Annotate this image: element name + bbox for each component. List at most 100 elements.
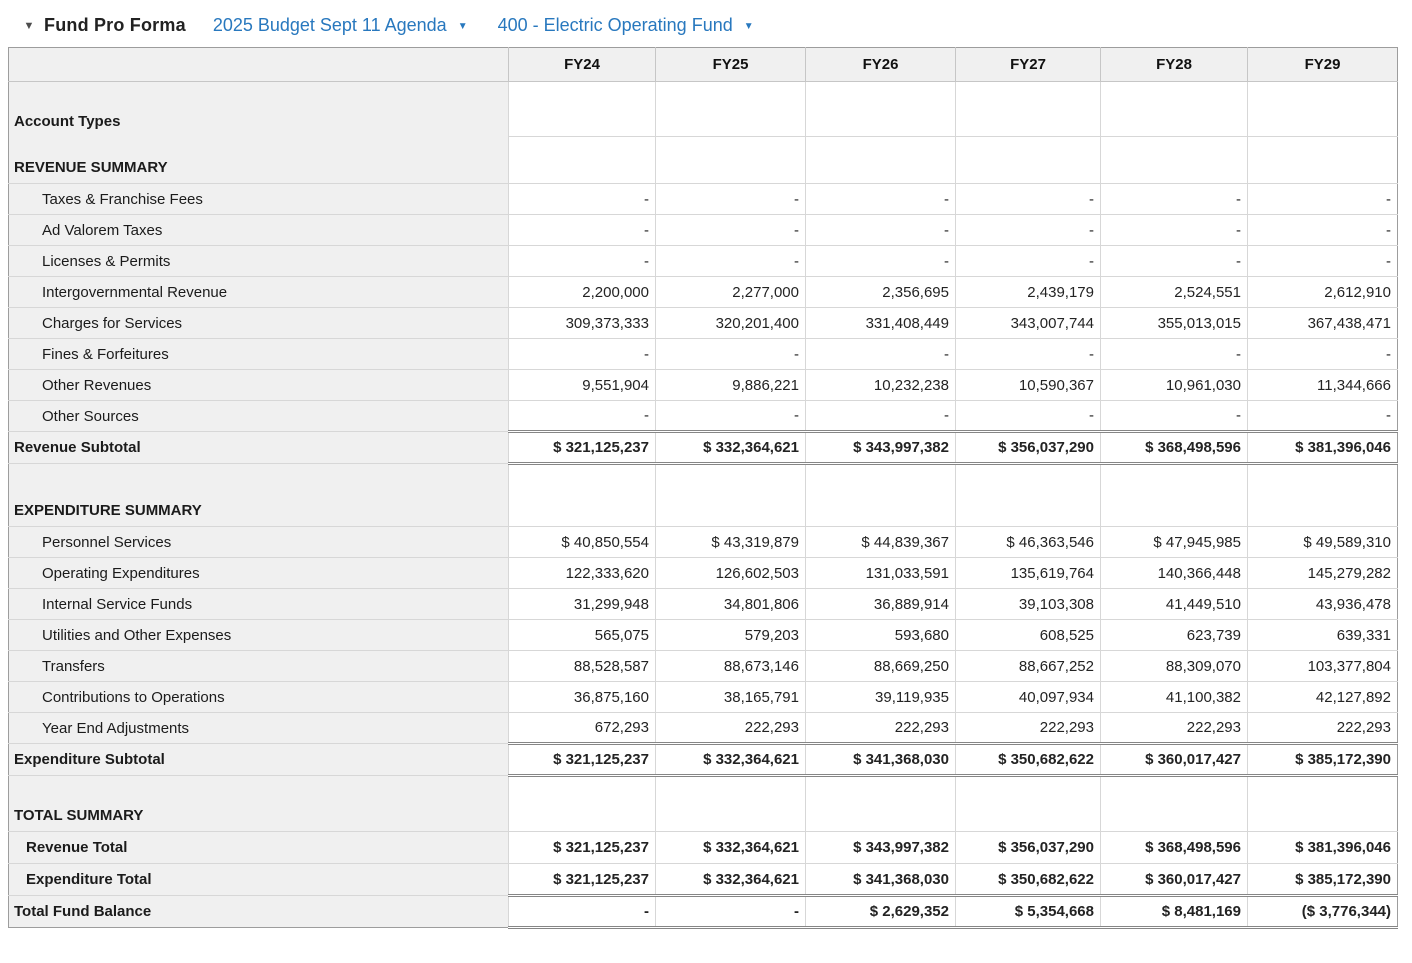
value-cell [509, 82, 656, 137]
table-row: Total Fund Balance--$ 2,629,352$ 5,354,6… [9, 896, 1398, 928]
value-cell [509, 776, 656, 832]
row-label: Personnel Services [9, 527, 509, 558]
value-cell: - [806, 401, 956, 432]
value-cell: $ 8,481,169 [1101, 896, 1248, 928]
value-cell: - [509, 339, 656, 370]
value-cell: - [806, 215, 956, 246]
value-cell: $ 356,037,290 [956, 832, 1101, 864]
column-header: FY25 [656, 48, 806, 82]
value-cell [1101, 776, 1248, 832]
value-cell: 593,680 [806, 620, 956, 651]
value-cell: 40,097,934 [956, 682, 1101, 713]
value-cell [509, 137, 656, 184]
chevron-down-icon: ▼ [744, 19, 754, 32]
value-cell: 88,309,070 [1101, 651, 1248, 682]
budget-version-dropdown[interactable]: 2025 Budget Sept 11 Agenda ▼ [213, 15, 468, 36]
value-cell [656, 137, 806, 184]
page-title: Fund Pro Forma [44, 15, 186, 36]
corner-cell [9, 48, 509, 82]
value-cell: - [956, 339, 1101, 370]
table-row: Expenditure Total$ 321,125,237$ 332,364,… [9, 864, 1398, 896]
table-container: FY24FY25FY26FY27FY28FY29 Account TypesRE… [0, 47, 1412, 929]
row-label: Intergovernmental Revenue [9, 277, 509, 308]
fund-dropdown[interactable]: 400 - Electric Operating Fund ▼ [498, 15, 754, 36]
row-label: TOTAL SUMMARY [9, 776, 509, 832]
titlebar: ▼ Fund Pro Forma 2025 Budget Sept 11 Age… [0, 0, 1412, 47]
table-row: Account Types [9, 82, 1398, 137]
value-cell: $ 332,364,621 [656, 432, 806, 464]
value-cell: 31,299,948 [509, 589, 656, 620]
row-label: Account Types [9, 82, 509, 137]
value-cell: - [956, 246, 1101, 277]
header-row: FY24FY25FY26FY27FY28FY29 [9, 48, 1398, 82]
row-label: Licenses & Permits [9, 246, 509, 277]
value-cell: - [1101, 184, 1248, 215]
value-cell: 88,673,146 [656, 651, 806, 682]
value-cell: - [1101, 401, 1248, 432]
value-cell: $ 46,363,546 [956, 527, 1101, 558]
value-cell: 103,377,804 [1248, 651, 1398, 682]
value-cell: $ 385,172,390 [1248, 744, 1398, 776]
value-cell [956, 137, 1101, 184]
value-cell: - [1101, 246, 1248, 277]
value-cell: $ 343,997,382 [806, 832, 956, 864]
value-cell: $ 332,364,621 [656, 744, 806, 776]
value-cell: $ 350,682,622 [956, 744, 1101, 776]
value-cell: - [656, 896, 806, 928]
value-cell: 88,667,252 [956, 651, 1101, 682]
value-cell: $ 47,945,985 [1101, 527, 1248, 558]
value-cell [509, 464, 656, 527]
column-header: FY24 [509, 48, 656, 82]
collapse-section-icon[interactable]: ▼ [14, 20, 44, 32]
value-cell: $ 341,368,030 [806, 864, 956, 896]
value-cell: 39,103,308 [956, 589, 1101, 620]
table-row: REVENUE SUMMARY [9, 137, 1398, 184]
table-header: FY24FY25FY26FY27FY28FY29 [9, 48, 1398, 82]
value-cell: - [1248, 215, 1398, 246]
value-cell: 343,007,744 [956, 308, 1101, 339]
value-cell [806, 82, 956, 137]
value-cell: 222,293 [956, 713, 1101, 744]
table-row: Taxes & Franchise Fees------ [9, 184, 1398, 215]
value-cell: $ 321,125,237 [509, 864, 656, 896]
row-label: Utilities and Other Expenses [9, 620, 509, 651]
value-cell: $ 2,629,352 [806, 896, 956, 928]
value-cell: 42,127,892 [1248, 682, 1398, 713]
table-row: Revenue Subtotal$ 321,125,237$ 332,364,6… [9, 432, 1398, 464]
value-cell: - [509, 896, 656, 928]
chevron-down-icon: ▼ [458, 19, 468, 32]
value-cell: $ 341,368,030 [806, 744, 956, 776]
value-cell: 9,886,221 [656, 370, 806, 401]
row-label: Revenue Subtotal [9, 432, 509, 464]
value-cell: - [956, 401, 1101, 432]
value-cell: 639,331 [1248, 620, 1398, 651]
value-cell: 623,739 [1101, 620, 1248, 651]
table-row: Charges for Services309,373,333320,201,4… [9, 308, 1398, 339]
value-cell: 126,602,503 [656, 558, 806, 589]
row-label: Contributions to Operations [9, 682, 509, 713]
value-cell [956, 464, 1101, 527]
value-cell: $ 332,364,621 [656, 864, 806, 896]
row-label: Operating Expenditures [9, 558, 509, 589]
table-row: Operating Expenditures122,333,620126,602… [9, 558, 1398, 589]
fund-label: 400 - Electric Operating Fund [498, 15, 733, 36]
value-cell: - [956, 215, 1101, 246]
value-cell: 579,203 [656, 620, 806, 651]
value-cell: 222,293 [806, 713, 956, 744]
value-cell: 367,438,471 [1248, 308, 1398, 339]
row-label: Ad Valorem Taxes [9, 215, 509, 246]
value-cell: $ 356,037,290 [956, 432, 1101, 464]
row-label: EXPENDITURE SUMMARY [9, 464, 509, 527]
row-label: Transfers [9, 651, 509, 682]
column-header: FY28 [1101, 48, 1248, 82]
table-row: Other Sources------ [9, 401, 1398, 432]
value-cell: - [1101, 215, 1248, 246]
value-cell: - [656, 184, 806, 215]
value-cell: 331,408,449 [806, 308, 956, 339]
value-cell: 222,293 [1101, 713, 1248, 744]
table-row: Expenditure Subtotal$ 321,125,237$ 332,3… [9, 744, 1398, 776]
value-cell: $ 5,354,668 [956, 896, 1101, 928]
value-cell: 222,293 [656, 713, 806, 744]
value-cell: 10,590,367 [956, 370, 1101, 401]
column-header: FY29 [1248, 48, 1398, 82]
